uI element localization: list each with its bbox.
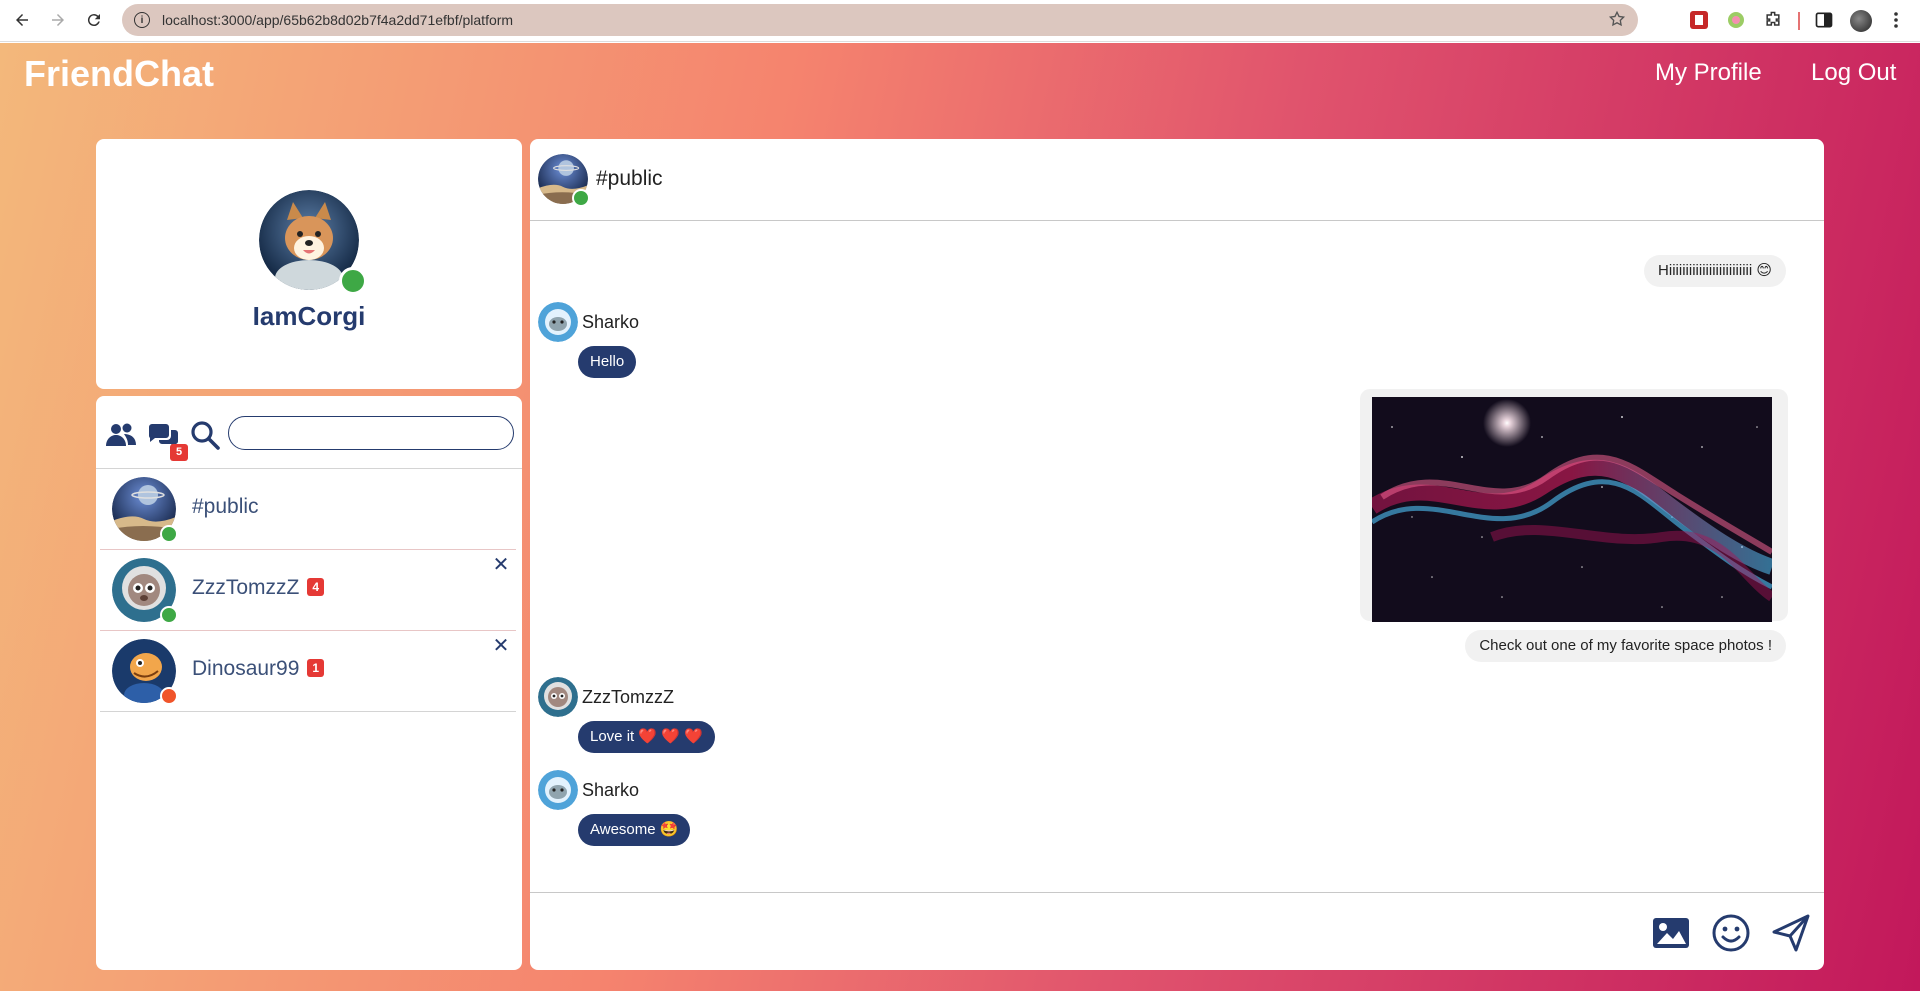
friends-icon[interactable]	[104, 418, 138, 452]
send-icon[interactable]	[1770, 912, 1812, 954]
contact-name-text: ZzzTomzzZ	[192, 576, 300, 599]
chat-panel: #public Hiiiiiiiiiiiiiiiiiiiiiiiii 😊 Sha…	[530, 139, 1824, 970]
image-upload-icon[interactable]	[1650, 912, 1692, 954]
logout-link[interactable]: Log Out	[1811, 59, 1896, 87]
my-message-bubble: Hiiiiiiiiiiiiiiiiiiiiiiiii 😊	[1644, 255, 1786, 287]
emoji-icon[interactable]	[1710, 912, 1752, 954]
contact-name-text: Dinosaur99	[192, 657, 300, 680]
extensions-puzzle-icon[interactable]	[1763, 10, 1783, 30]
contact-item-public[interactable]: #public	[100, 469, 516, 549]
friend-message-bubble: Love it ❤️ ❤️ ❤️	[578, 721, 715, 753]
contact-name: Dinosaur99 1	[192, 657, 325, 681]
online-status-dot	[572, 189, 590, 207]
app-root: FriendChat My Profile Log Out IamCorgi 5…	[0, 43, 1920, 991]
space-photo	[1372, 397, 1772, 622]
back-icon[interactable]	[4, 2, 40, 38]
address-bar[interactable]: i localhost:3000/app/65b62b8d02b7f4a2dd7…	[122, 4, 1638, 36]
friend-message-bubble: Hello	[578, 346, 637, 378]
unread-badge: 4	[307, 578, 325, 596]
close-chat-icon[interactable]: ✕	[490, 554, 512, 576]
image-caption-bubble: Check out one of my favorite space photo…	[1465, 630, 1786, 662]
browser-menu-icon[interactable]	[1886, 10, 1906, 30]
sender-name: Sharko	[582, 312, 640, 332]
brand-logo[interactable]: FriendChat	[24, 53, 214, 95]
extension-red-icon[interactable]	[1689, 10, 1709, 30]
sender-name: ZzzTomzzZ	[582, 687, 674, 707]
sender-avatar	[538, 677, 578, 717]
forward-icon[interactable]	[40, 2, 76, 38]
profile-card: IamCorgi	[96, 139, 522, 389]
extension-leaf-icon[interactable]	[1726, 10, 1746, 30]
chat-channel-title: #public	[596, 167, 663, 190]
reload-icon[interactable]	[76, 2, 112, 38]
sender-name: Sharko	[582, 780, 640, 800]
away-status-dot	[160, 687, 178, 705]
unread-chats-badge: 5	[170, 444, 188, 461]
chat-header: #public	[530, 139, 1824, 221]
account-avatar[interactable]	[1850, 10, 1872, 32]
toolbar-separator	[1798, 12, 1800, 30]
contacts-panel: 5 #public ZzzTomzzZ 4 ✕ Dinosaur99 1 ✕	[96, 396, 522, 970]
site-info-icon[interactable]: i	[134, 12, 150, 28]
contact-search-input[interactable]	[228, 416, 514, 450]
image-message[interactable]	[1360, 389, 1788, 622]
online-status-dot	[339, 267, 367, 295]
browser-toolbar: i localhost:3000/app/65b62b8d02b7f4a2dd7…	[0, 0, 1920, 42]
sender-avatar	[538, 770, 578, 810]
online-status-dot	[160, 525, 178, 543]
search-icon[interactable]	[188, 418, 222, 452]
bookmark-star-icon[interactable]	[1608, 10, 1626, 28]
close-chat-icon[interactable]: ✕	[490, 635, 512, 657]
my-profile-link[interactable]: My Profile	[1655, 59, 1762, 87]
sender-avatar	[538, 302, 578, 342]
unread-badge: 1	[307, 659, 325, 677]
contact-name: #public	[192, 495, 259, 518]
url-text: localhost:3000/app/65b62b8d02b7f4a2dd71e…	[162, 12, 514, 28]
contact-item-zzztomzzz[interactable]: ZzzTomzzZ 4 ✕	[100, 550, 516, 630]
friend-message-bubble: Awesome 🤩	[578, 814, 691, 846]
profile-username: IamCorgi	[252, 301, 366, 331]
side-panel-icon[interactable]	[1814, 10, 1834, 30]
contact-separator	[100, 711, 516, 712]
online-status-dot	[160, 606, 178, 624]
composer-divider	[530, 892, 1824, 893]
contact-item-dinosaur99[interactable]: Dinosaur99 1 ✕	[100, 631, 516, 711]
contact-name: ZzzTomzzZ 4	[192, 576, 325, 600]
